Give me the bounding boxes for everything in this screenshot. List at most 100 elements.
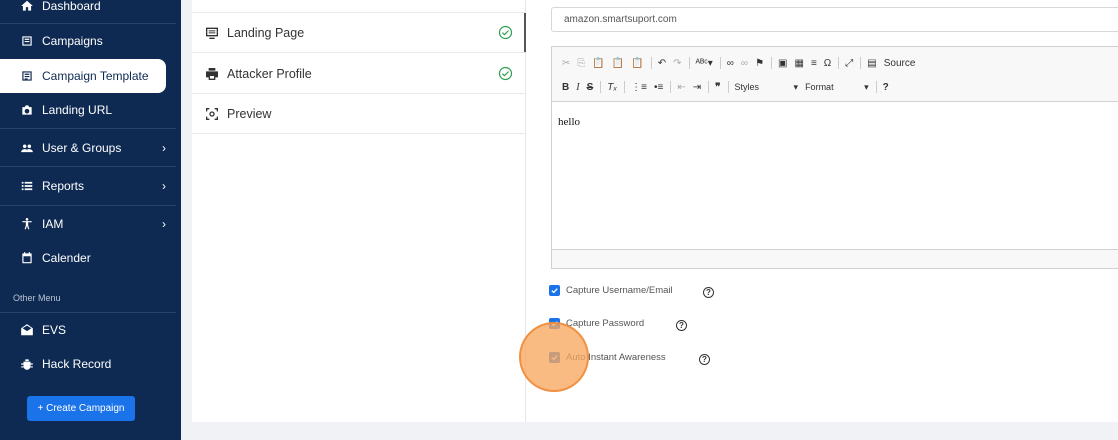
sidebar: Dashboard Campaigns Campaign Template La… (0, 0, 181, 440)
list-icon (20, 179, 34, 193)
sidebar-item-label: Landing URL (42, 103, 113, 117)
bold-icon[interactable]: B (562, 82, 569, 93)
copy-icon[interactable]: ⎘ (577, 58, 585, 69)
sidebar-item-label: Calender (42, 251, 91, 265)
auto-instant-awareness-checkbox[interactable] (549, 352, 560, 363)
toolbar-separator (719, 57, 721, 69)
styles-dropdown[interactable]: Styles (735, 82, 787, 92)
toolbar-separator (875, 81, 877, 93)
chevron-right-icon: › (162, 179, 166, 193)
sidebar-item-label: Reports (42, 179, 85, 193)
sidebar-item-user-groups[interactable]: User & Groups › (0, 131, 176, 165)
remove-format-icon[interactable]: Tₓ (607, 82, 617, 93)
step-label: Attacker Profile (227, 66, 312, 81)
toolbar-separator (860, 57, 862, 69)
home-icon (20, 0, 34, 13)
sidebar-item-evs[interactable]: EVS (0, 313, 176, 347)
special-char-icon[interactable]: Ω (824, 58, 831, 69)
sidebar-divider (0, 205, 176, 206)
toolbar-separator (727, 81, 729, 93)
undo-icon[interactable]: ↶ (658, 58, 666, 69)
toolbar-separator (650, 57, 652, 69)
camera-icon (20, 103, 34, 117)
check-circle-icon (498, 66, 513, 81)
blockquote-icon[interactable]: ❞ (715, 82, 720, 93)
bug-icon (20, 357, 34, 371)
sidebar-item-campaigns[interactable]: Campaigns (0, 24, 176, 58)
editor-content[interactable]: hello (558, 116, 580, 128)
chevron-right-icon: › (162, 141, 166, 155)
outdent-icon[interactable]: ⇤ (677, 82, 685, 93)
capture-username-checkbox[interactable] (549, 285, 560, 296)
toolbar-separator (708, 81, 710, 93)
template-icon (20, 69, 34, 83)
horizontal-rule-icon[interactable]: ≡ (811, 58, 817, 69)
bullet-list-icon[interactable]: •≡ (654, 82, 663, 93)
indent-icon[interactable]: ⇥ (693, 82, 701, 93)
option-label: Capture Username/Email (566, 285, 673, 296)
step-preview[interactable]: Preview (192, 94, 525, 134)
help-icon[interactable]: ? (883, 82, 889, 93)
link-icon[interactable]: ∞ (727, 58, 734, 69)
sidebar-item-calender[interactable]: Calender (0, 241, 176, 275)
editor-toolbar: ✂ ⎘ 📋 📋 📋 ↶ ↷ ᴬᴮᶜ▾ ∞ ∞ ⚑ ▣ ▦ ≡ Ω ⤢ ▤ Sou… (552, 47, 1118, 102)
question-circle-icon[interactable]: ? (703, 287, 714, 298)
toolbar-separator (624, 81, 626, 93)
numbered-list-icon[interactable]: ⋮≡ (631, 82, 647, 93)
sidebar-item-label: IAM (42, 217, 64, 231)
sidebar-item-campaign-template[interactable]: Campaign Template (0, 59, 166, 93)
capture-password-option[interactable]: Capture Password (549, 318, 644, 329)
chevron-down-icon: ▾ (793, 81, 799, 92)
sidebar-item-label: User & Groups (42, 141, 122, 155)
check-circle-icon (498, 25, 513, 40)
sidebar-item-hack-record[interactable]: Hack Record (0, 347, 176, 381)
table-icon[interactable]: ▦ (794, 58, 803, 69)
auto-instant-awareness-option[interactable]: Auto Instant Awareness (549, 352, 666, 363)
format-dropdown[interactable]: Format (805, 82, 857, 92)
sidebar-item-label: Dashboard (42, 0, 101, 13)
paste-text-icon[interactable]: 📋 (612, 58, 624, 69)
sidebar-item-landing-url[interactable]: Landing URL (0, 93, 176, 127)
step-label: Preview (227, 106, 272, 121)
maximize-icon[interactable]: ⤢ (845, 58, 853, 69)
users-icon (20, 141, 34, 155)
sidebar-divider (0, 128, 176, 129)
paste-icon[interactable]: 📋 (592, 58, 604, 69)
toolbar-separator (771, 57, 773, 69)
sidebar-item-label: Campaigns (42, 34, 103, 48)
unlink-icon[interactable]: ∞ (741, 58, 748, 69)
sidebar-item-label: Campaign Template (42, 69, 149, 83)
sidebar-item-iam[interactable]: IAM › (0, 207, 176, 241)
capture-username-option[interactable]: Capture Username/Email (549, 285, 673, 296)
toolbar-separator (670, 81, 672, 93)
step-attacker-profile[interactable]: Attacker Profile (192, 54, 525, 94)
spellcheck-icon[interactable]: ᴬᴮᶜ▾ (696, 58, 713, 69)
anchor-flag-icon[interactable]: ⚑ (755, 58, 764, 69)
landing-url-input[interactable]: amazon.smartsuport.com (551, 7, 1118, 32)
step-label: Landing Page (227, 25, 305, 40)
image-icon[interactable]: ▣ (778, 58, 787, 69)
mail-open-icon (20, 323, 34, 337)
source-button[interactable]: Source (884, 58, 916, 69)
italic-icon[interactable]: I (576, 82, 579, 93)
paste-word-icon[interactable]: 📋 (631, 58, 643, 69)
step-previous[interactable] (192, 0, 525, 13)
chevron-right-icon: › (162, 217, 166, 231)
question-circle-icon[interactable]: ? (676, 320, 687, 331)
source-icon[interactable]: ▤ (867, 58, 876, 69)
sidebar-divider (0, 166, 176, 167)
create-campaign-button[interactable]: + Create Campaign (27, 396, 135, 421)
redo-icon[interactable]: ↷ (673, 58, 681, 69)
toolbar-row-2: B I S Tₓ ⋮≡ •≡ ⇤ ⇥ ❞ Styles ▾ Format ▾ ? (562, 79, 896, 95)
sidebar-item-label: EVS (42, 323, 67, 337)
strike-icon[interactable]: S (587, 82, 594, 93)
steps-column: Landing Page Attacker Profile Preview (192, 0, 526, 422)
printer-icon (204, 66, 220, 82)
step-landing-page[interactable]: Landing Page (192, 13, 526, 53)
sidebar-item-dashboard[interactable]: Dashboard (0, 0, 176, 23)
question-circle-icon[interactable]: ? (699, 354, 710, 365)
capture-password-checkbox[interactable] (549, 318, 560, 329)
sidebar-item-reports[interactable]: Reports › (0, 169, 176, 203)
calendar-icon (20, 251, 34, 265)
cut-icon[interactable]: ✂ (562, 58, 570, 69)
